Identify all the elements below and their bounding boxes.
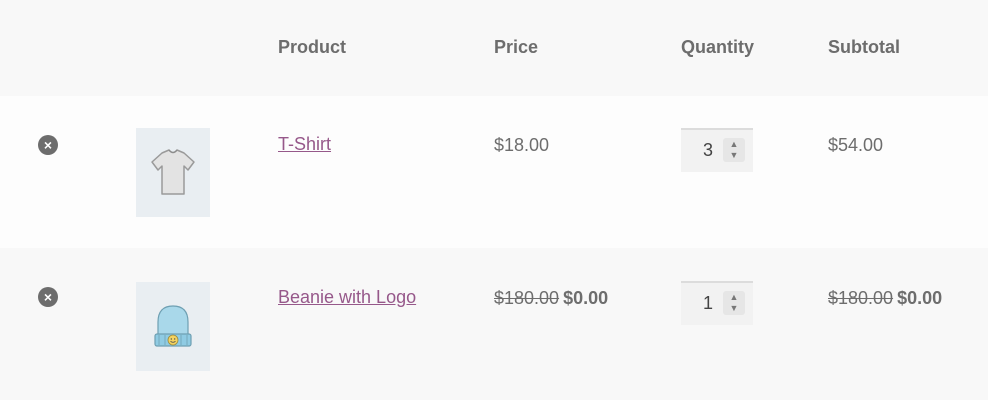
quantity-spinner[interactable]: ▲ ▼	[723, 138, 745, 162]
original-price: $180.00	[494, 288, 560, 308]
product-price: $180.00 $0.00	[494, 288, 608, 309]
product-thumbnail[interactable]	[136, 128, 210, 217]
quantity-spinner[interactable]: ▲ ▼	[723, 291, 745, 315]
close-icon: ×	[43, 289, 53, 305]
quantity-value[interactable]: 3	[681, 140, 713, 161]
original-subtotal: $180.00	[828, 288, 894, 308]
chevron-down-icon[interactable]: ▼	[729, 303, 739, 313]
quantity-stepper[interactable]: 3 ▲ ▼	[681, 128, 753, 172]
table-header: Product Price Quantity Subtotal	[0, 0, 988, 96]
remove-item-button[interactable]: ×	[38, 287, 58, 307]
table-row: × T-Shirt $18.00 3 ▲ ▼ $54.00	[0, 96, 988, 248]
quantity-stepper[interactable]: 1 ▲ ▼	[681, 281, 753, 325]
line-subtotal: $180.00 $0.00	[828, 288, 942, 309]
close-icon: ×	[43, 137, 53, 153]
header-subtotal: Subtotal	[828, 37, 900, 57]
product-thumbnail[interactable]	[136, 282, 210, 371]
quantity-value[interactable]: 1	[681, 293, 713, 314]
sale-price: $0.00	[563, 288, 609, 308]
cart-table: Product Price Quantity Subtotal × T-Shir…	[0, 0, 988, 400]
header-quantity: Quantity	[681, 37, 755, 57]
tshirt-icon	[151, 148, 195, 195]
product-link[interactable]: T-Shirt	[278, 134, 331, 155]
remove-item-button[interactable]: ×	[38, 135, 58, 155]
table-row: × Beanie with Logo $180.00 $0.00 1 ▲ ▼ $…	[0, 248, 988, 400]
chevron-down-icon[interactable]: ▼	[729, 150, 739, 160]
chevron-up-icon[interactable]: ▲	[729, 292, 739, 302]
beanie-icon	[154, 304, 192, 347]
product-link[interactable]: Beanie with Logo	[278, 287, 416, 308]
header-price: Price	[494, 37, 539, 57]
sale-subtotal: $0.00	[897, 288, 943, 308]
line-subtotal: $54.00	[828, 135, 884, 155]
header-product: Product	[278, 37, 347, 57]
chevron-up-icon[interactable]: ▲	[729, 139, 739, 149]
product-price: $18.00	[494, 135, 550, 155]
